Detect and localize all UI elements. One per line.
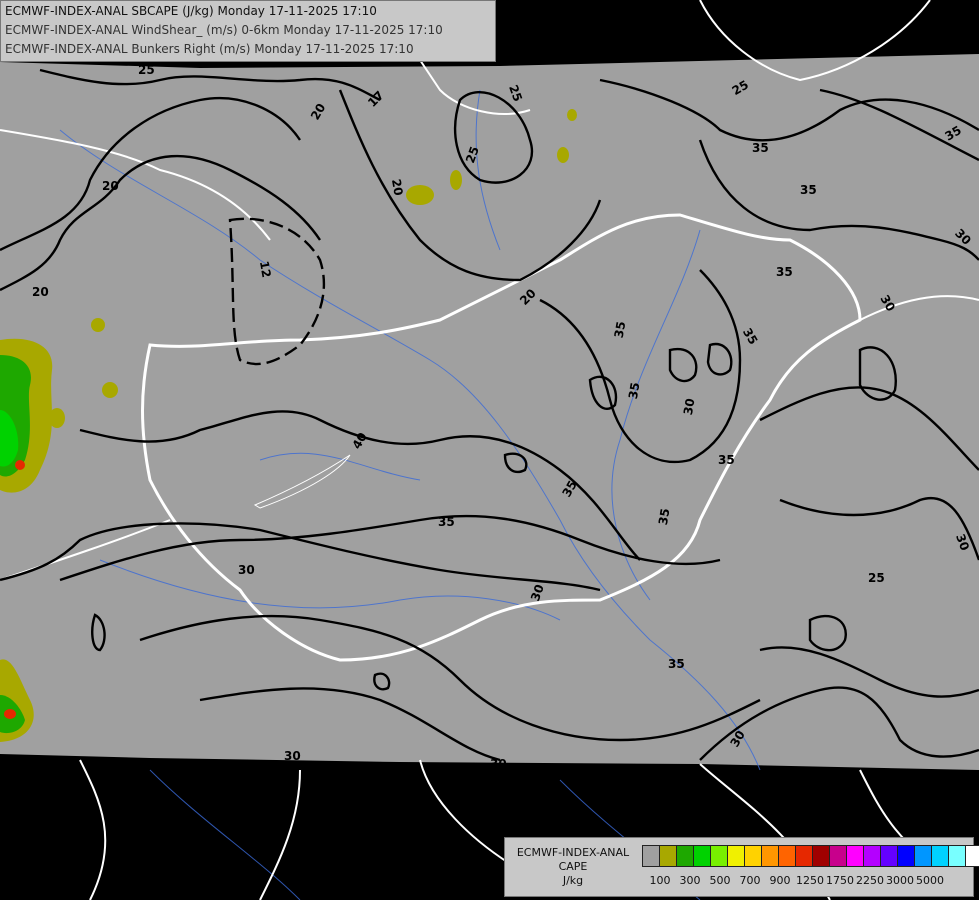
contour-label: 25 — [138, 63, 155, 77]
cape-blob — [91, 318, 105, 332]
legend-tick-labels: 100 300 500 700 900 1250 1750 2250 3000 5000 — [639, 874, 975, 890]
contour-label: 30 — [490, 757, 507, 771]
contour-label: 30 — [681, 397, 698, 416]
contour-label: 20 — [32, 285, 49, 299]
legend-tick-label: 5000 — [916, 874, 944, 887]
contour-label: 35 — [612, 320, 629, 339]
legend-swatch — [727, 845, 745, 867]
cape-windshear-map: 25 20 17 20 25 20 25 25 35 35 30 20 20 1… — [0, 0, 979, 900]
legend-title: ECMWF-INDEX-ANAL CAPE J/kg — [509, 846, 637, 888]
legend-swatch — [948, 845, 966, 867]
contour-label: 35 — [626, 381, 643, 400]
contour-label: 35 — [800, 183, 817, 197]
cape-blob — [406, 185, 434, 205]
legend-title-unit: J/kg — [562, 874, 584, 887]
cape-blob — [15, 460, 25, 470]
cape-blob — [4, 709, 16, 719]
contour-label: 35 — [656, 507, 673, 526]
contour-label: 20 — [389, 178, 406, 197]
cape-blob — [567, 109, 577, 121]
legend-tick-label: 100 — [649, 874, 671, 887]
contour-label: 35 — [752, 141, 769, 155]
contour-label: 20 — [102, 179, 119, 193]
legend-swatch — [812, 845, 830, 867]
legend-tick-label: 2250 — [856, 874, 884, 887]
legend-swatch — [642, 845, 660, 867]
legend-swatch — [931, 845, 949, 867]
legend-swatch — [795, 845, 813, 867]
contour-label: 35 — [668, 657, 685, 671]
legend-color-bar — [642, 845, 979, 867]
legend-tick-label: 900 — [769, 874, 791, 887]
contour-label: 12 — [257, 260, 274, 279]
contour-label: 30 — [284, 749, 301, 763]
contour-label: 35 — [776, 265, 793, 279]
legend-tick-label: 700 — [739, 874, 761, 887]
legend-swatch — [965, 845, 979, 867]
title-cape: ECMWF-INDEX-ANAL SBCAPE (J/kg) Monday 17… — [5, 4, 377, 18]
legend-title-variable: CAPE — [558, 860, 588, 873]
legend-swatch — [778, 845, 796, 867]
legend-tick-label: 500 — [709, 874, 731, 887]
legend-title-source: ECMWF-INDEX-ANAL — [516, 846, 630, 859]
legend-swatch — [761, 845, 779, 867]
legend-tick-label: 1250 — [796, 874, 824, 887]
contour-label: 30 — [238, 563, 255, 577]
legend-swatch — [914, 845, 932, 867]
legend-swatch — [863, 845, 881, 867]
legend-swatch — [659, 845, 677, 867]
legend-swatch — [846, 845, 864, 867]
legend-swatch — [693, 845, 711, 867]
cape-blob — [102, 382, 118, 398]
title-windshear: ECMWF-INDEX-ANAL WindShear_ (m/s) 0-6km … — [5, 23, 443, 37]
legend-tick-label: 300 — [679, 874, 701, 887]
cape-blob — [557, 147, 569, 163]
legend-swatch — [880, 845, 898, 867]
legend-tick-label: 3000 — [886, 874, 914, 887]
cape-blob — [450, 170, 462, 190]
contour-label: 35 — [438, 515, 455, 529]
cape-legend: ECMWF-INDEX-ANAL CAPE J/kg 100 300 500 700 9… — [504, 837, 979, 897]
contour-label: 25 — [868, 571, 885, 585]
legend-tick-label: 1750 — [826, 874, 854, 887]
legend-swatch — [744, 845, 762, 867]
legend-swatch — [676, 845, 694, 867]
legend-swatch — [829, 845, 847, 867]
map-title-box: ECMWF-INDEX-ANAL SBCAPE (J/kg) Monday 17… — [0, 0, 496, 62]
legend-swatch — [710, 845, 728, 867]
title-bunkers: ECMWF-INDEX-ANAL Bunkers Right (m/s) Mon… — [5, 42, 414, 56]
legend-swatch — [897, 845, 915, 867]
contour-label: 35 — [718, 453, 735, 467]
cape-blob — [49, 408, 65, 428]
